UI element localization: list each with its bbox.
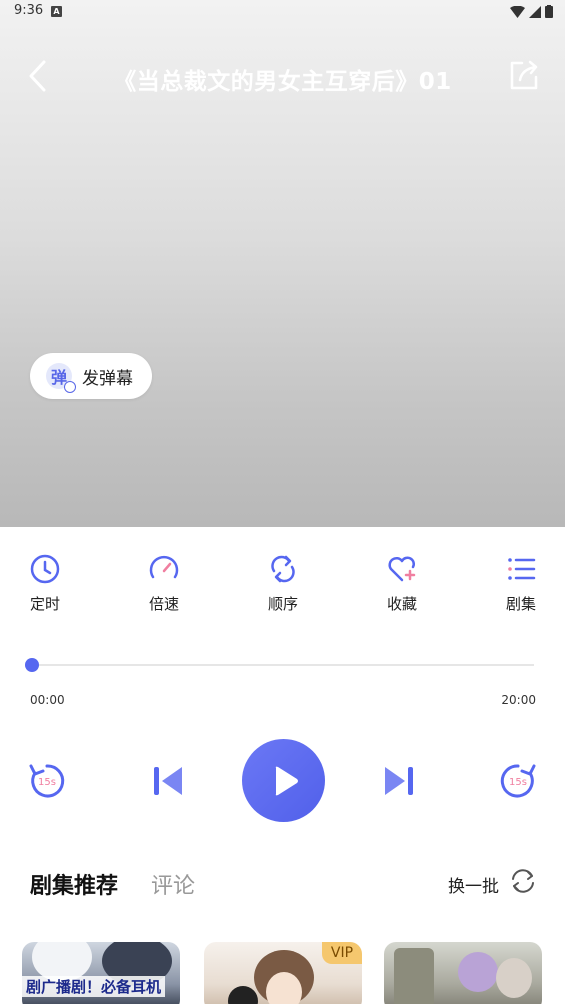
check-badge-icon — [64, 381, 76, 393]
nav-bar: 《当总裁文的男女主互穿后》01 — [0, 50, 565, 104]
refresh-label[interactable]: 换一批 — [448, 872, 499, 897]
vip-badge: VIP — [322, 942, 362, 964]
progress-knob[interactable] — [25, 658, 39, 672]
refresh-button[interactable] — [508, 866, 538, 900]
next-button[interactable] — [379, 760, 421, 802]
episodes-label: 剧集 — [505, 595, 536, 613]
wifi-icon — [510, 5, 525, 18]
forward-label: 15s — [509, 777, 527, 788]
play-button[interactable] — [242, 739, 325, 822]
function-row: 定时 倍速 顺序 收藏 剧集 — [0, 553, 565, 623]
play-icon — [275, 766, 298, 795]
cover-area: 9:36 A 《当总裁文的男女主互穿后》01 弹 发弹幕 — [0, 0, 565, 527]
timer-button[interactable]: 定时 — [5, 553, 85, 614]
page-title: 《当总裁文的男女主互穿后》01 — [113, 69, 452, 95]
skip-previous-icon — [154, 767, 182, 795]
back-button[interactable] — [22, 58, 52, 94]
progress-bar[interactable] — [25, 658, 534, 672]
episodes-button[interactable]: 剧集 — [481, 553, 561, 614]
drama-card[interactable] — [384, 942, 542, 1004]
forward-15-button[interactable]: 15s — [497, 760, 539, 802]
tab-recommendations[interactable]: 剧集推荐 — [30, 868, 118, 900]
share-icon — [510, 60, 538, 90]
order-label: 顺序 — [267, 595, 298, 613]
battery-icon — [545, 5, 553, 18]
danmaku-icon: 弹 — [46, 363, 76, 393]
favorite-label: 收藏 — [386, 595, 417, 613]
notification-icon: A — [51, 6, 62, 17]
danmaku-label: 发弹幕 — [82, 368, 133, 389]
speed-label: 倍速 — [148, 595, 179, 613]
previous-button[interactable] — [146, 760, 188, 802]
repeat-icon — [271, 555, 295, 583]
speed-button[interactable]: 倍速 — [124, 553, 204, 614]
status-bar: 9:36 A — [0, 0, 565, 26]
card-art — [394, 948, 434, 1004]
total-time: 20:00 — [501, 693, 536, 707]
rewind-icon: 15s — [29, 764, 65, 798]
chevron-left-icon — [29, 60, 46, 92]
list-icon — [508, 558, 536, 580]
card-art — [496, 958, 532, 998]
card-overlay-text: 剧广播剧！必备耳机 — [22, 976, 166, 997]
card-art — [266, 972, 302, 1004]
drama-card[interactable]: 剧广播剧！必备耳机 — [22, 942, 180, 1004]
current-time: 00:00 — [30, 693, 65, 707]
speedometer-icon — [149, 555, 179, 579]
rewind-15-button[interactable]: 15s — [26, 760, 68, 802]
fast-forward-icon: 15s — [500, 764, 536, 798]
heart-plus-icon — [388, 556, 416, 582]
status-icons — [510, 5, 553, 18]
order-button[interactable]: 顺序 — [243, 553, 323, 614]
drama-card[interactable]: VIP — [204, 942, 362, 1004]
rewind-label: 15s — [38, 777, 56, 788]
card-art — [228, 986, 258, 1004]
signal-icon — [529, 5, 541, 18]
tab-comments[interactable]: 评论 — [151, 868, 195, 900]
favorite-button[interactable]: 收藏 — [362, 553, 442, 614]
share-button[interactable] — [507, 58, 541, 92]
refresh-icon — [512, 869, 534, 893]
skip-next-icon — [385, 767, 413, 795]
send-danmaku-button[interactable]: 弹 发弹幕 — [30, 353, 152, 399]
status-time: 9:36 — [14, 3, 44, 18]
card-art — [458, 952, 498, 992]
player-screen: 9:36 A 《当总裁文的男女主互穿后》01 弹 发弹幕 定时 倍速 顺序 收藏… — [0, 0, 565, 1004]
clock-icon — [30, 554, 60, 584]
timer-label: 定时 — [29, 595, 60, 613]
